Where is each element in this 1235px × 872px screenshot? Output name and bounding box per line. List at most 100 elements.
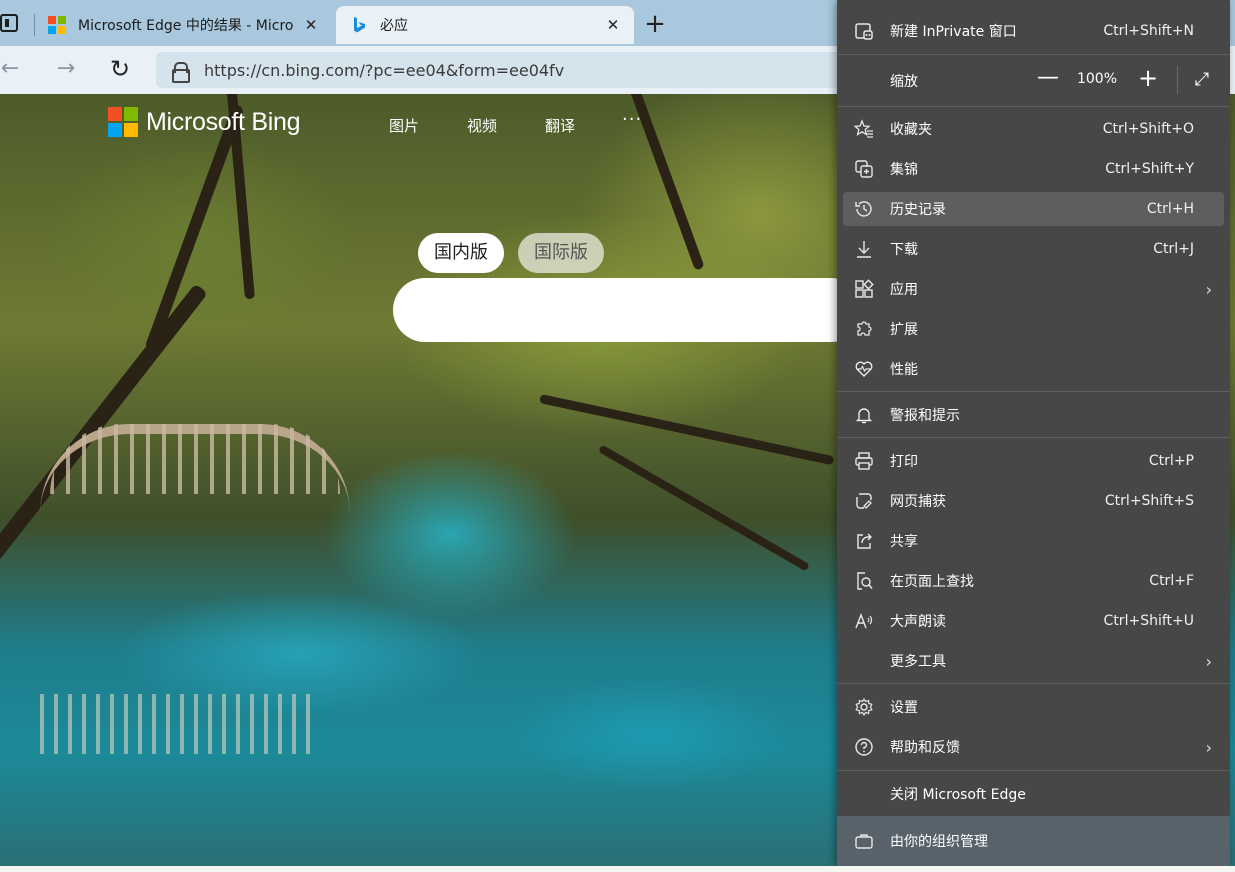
logo-square: [108, 123, 122, 137]
menu-item-label: 设置: [890, 700, 918, 716]
microsoft-squares-icon: [108, 107, 138, 137]
menu-item-label: 网页捕获: [890, 494, 946, 510]
menu-item-share[interactable]: 共享: [843, 524, 1224, 558]
menu-item-history[interactable]: 历史记录 Ctrl+H: [843, 192, 1224, 226]
menu-item-label: 历史记录: [890, 202, 946, 218]
menu-item-print[interactable]: 打印 Ctrl+P: [843, 444, 1224, 478]
tab-bing[interactable]: 必应 ✕: [336, 6, 634, 44]
menu-item-shortcut: Ctrl+Shift+S: [1104, 493, 1194, 509]
bing-logo-icon: [354, 17, 365, 33]
chevron-right-icon: ›: [1205, 737, 1212, 757]
find-on-page-icon: [853, 570, 875, 592]
new-tab-button[interactable]: +: [640, 10, 670, 40]
menu-item-shortcut: Ctrl+Shift+O: [1102, 121, 1194, 137]
zoom-level: 100%: [1076, 71, 1118, 87]
more-tools-spacer: [853, 650, 875, 672]
menu-item-read-aloud[interactable]: 大声朗读 Ctrl+Shift+U: [843, 604, 1224, 638]
download-icon: [853, 238, 875, 260]
menu-item-favorites[interactable]: 收藏夹 Ctrl+Shift+O: [843, 112, 1224, 146]
tab-close-icon[interactable]: ✕: [300, 14, 322, 36]
fullscreen-icon[interactable]: ⤢: [1187, 65, 1217, 95]
menu-item-label: 大声朗读: [890, 614, 946, 630]
menu-item-alerts[interactable]: 警报和提示: [843, 398, 1224, 432]
reload-icon[interactable]: ↻: [106, 56, 134, 84]
apps-icon: [853, 278, 875, 300]
menu-item-close-edge[interactable]: 关闭 Microsoft Edge: [843, 777, 1224, 811]
settings-and-more-menu: 新建 InPrivate 窗口 Ctrl+Shift+N 缩放 — 100% +…: [837, 0, 1230, 866]
printer-icon: [853, 450, 875, 472]
menu-item-label: 新建 InPrivate 窗口: [890, 24, 1017, 40]
forward-arrow-icon[interactable]: →: [52, 56, 80, 84]
close-edge-spacer: [853, 783, 875, 805]
address-bar[interactable]: https://cn.bing.com/?pc=ee04&form=ee04fv: [156, 52, 856, 88]
nav-images[interactable]: 图片: [389, 115, 419, 136]
menu-item-label: 性能: [890, 362, 918, 378]
read-aloud-icon: [853, 610, 875, 632]
tab-close-icon[interactable]: ✕: [602, 14, 624, 36]
menu-separator: [837, 391, 1230, 392]
menu-item-web-capture[interactable]: 网页捕获 Ctrl+Shift+S: [843, 484, 1224, 518]
menu-item-find-on-page[interactable]: 在页面上查找 Ctrl+F: [843, 564, 1224, 598]
menu-item-label: 扩展: [890, 322, 918, 338]
bridge-railing: [50, 424, 340, 494]
menu-item-shortcut: Ctrl+Shift+U: [1103, 613, 1194, 629]
managed-label: 由你的组织管理: [890, 834, 988, 850]
menu-item-label: 更多工具: [890, 654, 946, 670]
tab-title: Microsoft Edge 中的结果 - Micro: [78, 18, 294, 34]
menu-item-new-inprivate-window[interactable]: 新建 InPrivate 窗口 Ctrl+Shift+N: [843, 14, 1224, 48]
bing-logo[interactable]: Microsoft Bing: [108, 107, 300, 137]
menu-item-label: 帮助和反馈: [890, 740, 960, 756]
menu-item-more-tools[interactable]: 更多工具 ›: [843, 644, 1224, 678]
tab-actions-icon[interactable]: [0, 14, 18, 32]
bottom-edge: [0, 866, 1235, 872]
gear-icon: [853, 696, 875, 718]
tab-title: 必应: [380, 18, 408, 34]
menu-item-label: 共享: [890, 534, 918, 550]
menu-item-label: 下载: [890, 242, 918, 258]
search-input[interactable]: [393, 278, 863, 342]
managed-by-organization[interactable]: 由你的组织管理: [837, 816, 1230, 866]
menu-item-label: 打印: [890, 454, 918, 470]
share-icon: [853, 530, 875, 552]
menu-item-label: 收藏夹: [890, 122, 932, 138]
menu-item-label: 关闭 Microsoft Edge: [890, 787, 1026, 803]
menu-item-label: 集锦: [890, 162, 918, 178]
nav-more-icon[interactable]: ···: [622, 109, 642, 130]
menu-item-shortcut: Ctrl+Shift+Y: [1105, 161, 1194, 177]
nav-video[interactable]: 视频: [467, 115, 497, 136]
chevron-right-icon: ›: [1205, 651, 1212, 671]
zoom-out-button[interactable]: —: [1033, 64, 1063, 94]
menu-item-apps[interactable]: 应用 ›: [843, 272, 1224, 306]
inprivate-window-icon: [853, 20, 875, 42]
menu-separator: [837, 106, 1230, 107]
menu-item-settings[interactable]: 设置: [843, 690, 1224, 724]
zoom-label: 缩放: [890, 74, 918, 90]
menu-item-performance[interactable]: 性能: [843, 352, 1224, 386]
menu-item-label: 应用: [890, 282, 918, 298]
history-icon: [853, 198, 875, 220]
extensions-puzzle-icon: [853, 318, 875, 340]
nav-translate[interactable]: 翻译: [545, 115, 575, 136]
menu-item-shortcut: Ctrl+P: [1148, 453, 1194, 469]
menu-separator: [837, 683, 1230, 684]
menu-item-downloads[interactable]: 下载 Ctrl+J: [843, 232, 1224, 266]
domestic-edition-toggle[interactable]: 国内版: [418, 233, 504, 273]
back-arrow-icon[interactable]: ←: [0, 56, 24, 84]
zoom-in-button[interactable]: +: [1133, 64, 1163, 94]
menu-item-collections[interactable]: 集锦 Ctrl+Shift+Y: [843, 152, 1224, 186]
url-text[interactable]: https://cn.bing.com/?pc=ee04&form=ee04fv: [204, 61, 564, 80]
bing-logo-text: Microsoft Bing: [146, 107, 301, 136]
menu-separator: [837, 54, 1230, 55]
zoom-control: 缩放 — 100% + ⤢: [843, 62, 1224, 98]
international-edition-toggle[interactable]: 国际版: [518, 233, 604, 273]
lock-icon[interactable]: [172, 62, 190, 83]
bell-icon: [853, 404, 875, 426]
logo-square: [124, 123, 138, 137]
menu-item-shortcut: Ctrl+Shift+N: [1103, 23, 1194, 39]
menu-item-shortcut: Ctrl+H: [1146, 201, 1194, 217]
menu-item-help-feedback[interactable]: 帮助和反馈 ›: [843, 730, 1224, 764]
zoom-divider: [1177, 66, 1178, 94]
tab-edge-results[interactable]: Microsoft Edge 中的结果 - Micro ✕: [34, 6, 332, 44]
menu-item-shortcut: Ctrl+F: [1149, 573, 1194, 589]
menu-item-extensions[interactable]: 扩展: [843, 312, 1224, 346]
